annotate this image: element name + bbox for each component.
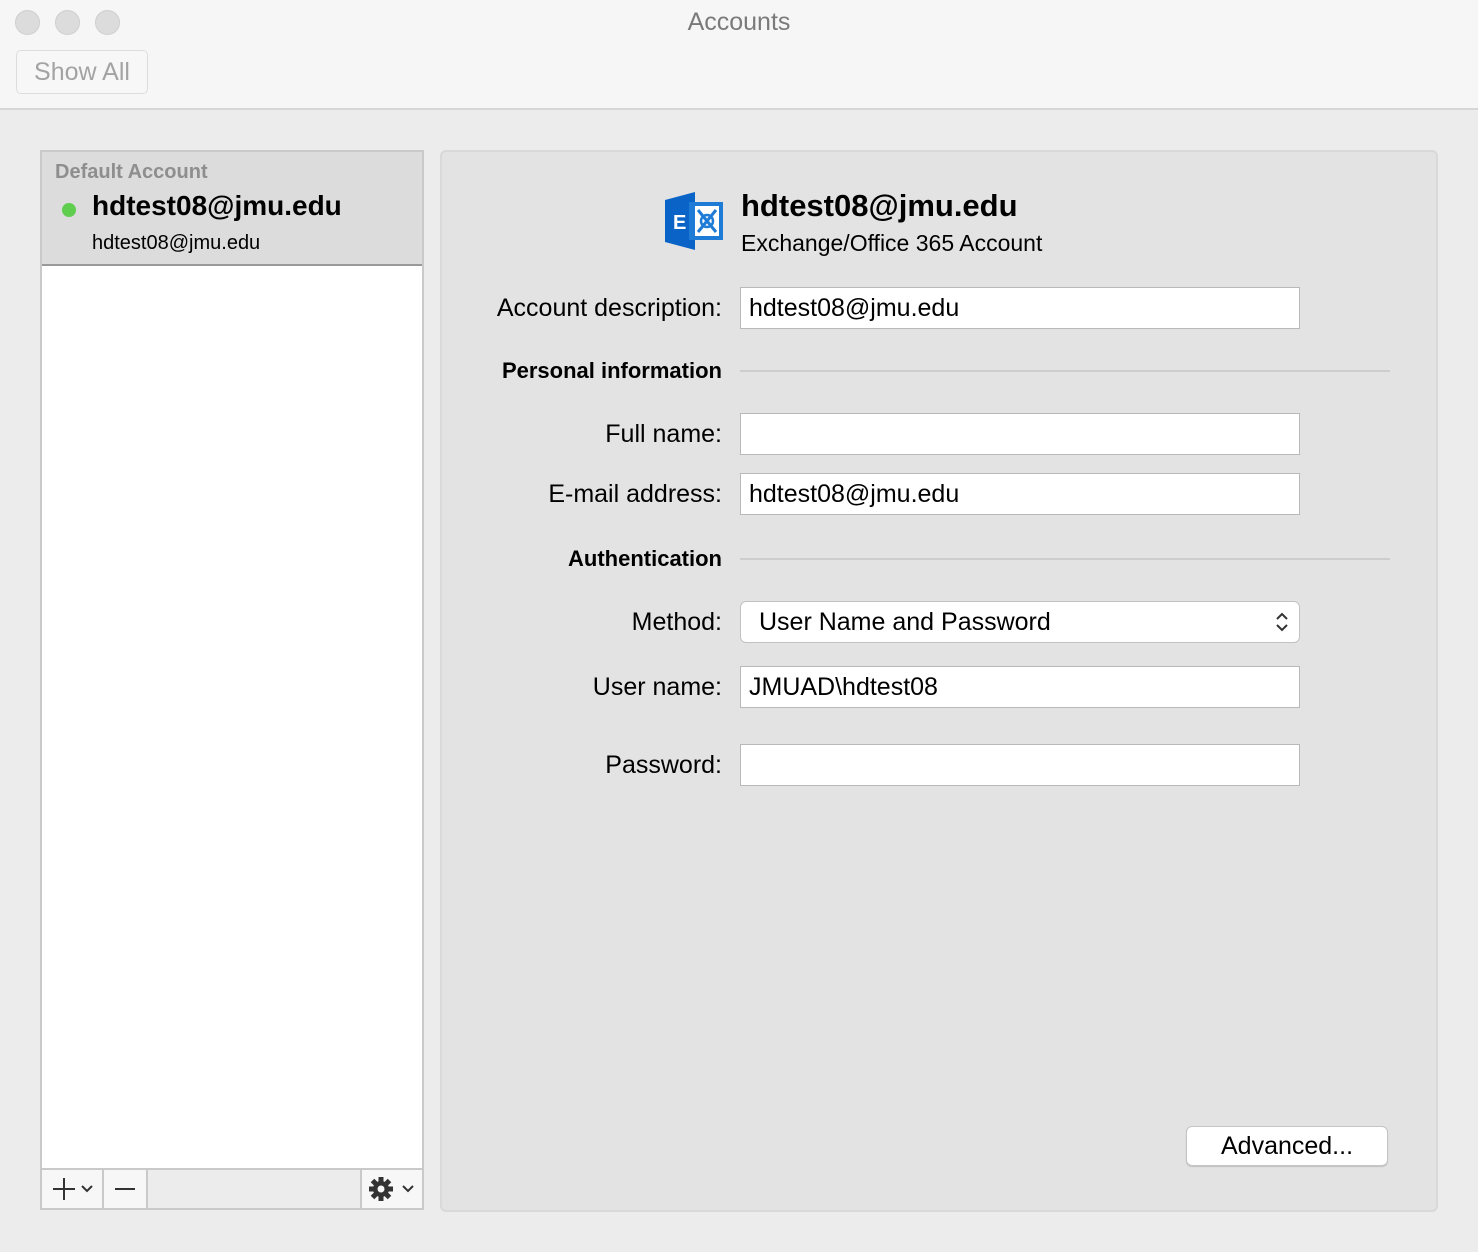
svg-text:E: E bbox=[673, 212, 686, 234]
account-details-panel: E hdtest08@jmu.edu Exchange/Office 365 A… bbox=[440, 150, 1438, 1212]
gear-chevron-icon bbox=[369, 1177, 414, 1201]
minus-icon bbox=[115, 1188, 135, 1190]
method-selected-value: User Name and Password bbox=[759, 608, 1051, 636]
account-list: Default Account hdtest08@jmu.edu hdtest0… bbox=[40, 150, 424, 1210]
full-name-field[interactable] bbox=[740, 413, 1300, 455]
account-list-footer bbox=[42, 1168, 422, 1208]
method-select[interactable]: User Name and Password bbox=[740, 601, 1300, 643]
show-all-button[interactable]: Show All bbox=[16, 50, 148, 94]
account-header-email: hdtest08@jmu.edu bbox=[741, 188, 1018, 223]
account-actions-button[interactable] bbox=[362, 1170, 422, 1208]
full-name-label: Full name: bbox=[605, 420, 722, 448]
plus-chevron-icon bbox=[53, 1178, 93, 1200]
account-description-label: Account description: bbox=[496, 294, 722, 322]
authentication-heading: Authentication bbox=[568, 546, 722, 571]
account-description-field[interactable] bbox=[740, 287, 1300, 329]
footer-spacer bbox=[148, 1170, 362, 1208]
advanced-button[interactable]: Advanced... bbox=[1186, 1126, 1388, 1166]
email-address-label: E-mail address: bbox=[548, 480, 722, 508]
title-bar: Accounts Show All bbox=[0, 0, 1478, 110]
method-label: Method: bbox=[631, 608, 722, 636]
exchange-icon: E bbox=[665, 192, 723, 250]
account-email: hdtest08@jmu.edu bbox=[92, 232, 261, 254]
window-title: Accounts bbox=[687, 8, 791, 36]
password-field[interactable] bbox=[740, 744, 1300, 786]
user-name-label: User name: bbox=[592, 673, 722, 701]
personal-section-divider bbox=[740, 370, 1390, 372]
account-list-item[interactable]: Default Account hdtest08@jmu.edu hdtest0… bbox=[42, 152, 422, 266]
default-account-label: Default Account bbox=[55, 161, 208, 183]
user-name-field[interactable] bbox=[740, 666, 1300, 708]
password-label: Password: bbox=[605, 751, 722, 779]
add-account-button[interactable] bbox=[42, 1170, 104, 1208]
email-address-field[interactable] bbox=[740, 473, 1300, 515]
online-status-icon bbox=[62, 203, 76, 217]
personal-information-heading: Personal information bbox=[501, 358, 722, 383]
account-type-label: Exchange/Office 365 Account bbox=[741, 230, 1043, 256]
remove-account-button[interactable] bbox=[104, 1170, 148, 1208]
account-name: hdtest08@jmu.edu bbox=[92, 190, 342, 221]
up-down-chevron-icon bbox=[1276, 612, 1288, 632]
authentication-section-divider bbox=[740, 558, 1390, 560]
accounts-window: Accounts Show All Default Account hdtest… bbox=[0, 0, 1478, 1252]
